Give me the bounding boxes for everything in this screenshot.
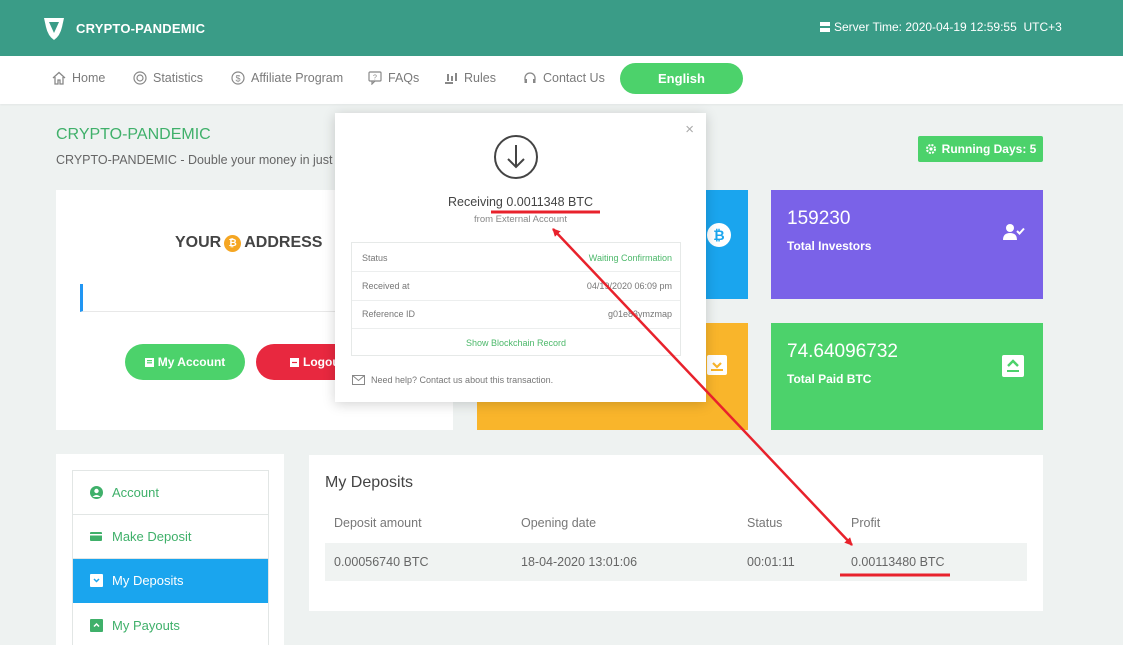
address-title-right: ADDRESS <box>244 234 323 251</box>
svg-text:₿: ₿ <box>713 227 724 243</box>
receiving-from: from External Account <box>474 214 567 225</box>
nav-statistics[interactable]: Statistics <box>133 71 203 85</box>
menu-item-my-payouts[interactable]: My Payouts <box>73 603 268 645</box>
status-label: Status <box>362 253 388 263</box>
status-value: Waiting Confirmation <box>588 253 672 263</box>
nav-home[interactable]: Home <box>52 71 105 85</box>
nav-label: Rules <box>464 71 496 85</box>
logout-icon <box>290 357 299 367</box>
download-arrow-icon <box>494 135 538 179</box>
my-account-button[interactable]: My Account <box>125 344 245 380</box>
transaction-details: Status Waiting Confirmation Received at … <box>351 242 681 356</box>
upload-box-icon <box>90 618 103 632</box>
address-title: YOUR ₿ ADDRESS <box>175 234 322 252</box>
envelope-icon <box>352 375 365 385</box>
timezone: UTC+3 <box>1023 20 1062 34</box>
nav-label: Statistics <box>153 71 204 85</box>
download-box-icon <box>90 574 103 587</box>
stat-tile-paid: 74.64096732 Total Paid BTC <box>771 323 1043 430</box>
main-nav: Home Statistics $ Affiliate Program ? FA… <box>0 56 1123 104</box>
deposits-title: My Deposits <box>325 474 414 491</box>
divider <box>352 271 680 272</box>
deposit-profit: 0.00113480 BTC <box>851 555 945 569</box>
stat-tile-investors: 159230 Total Investors <box>771 190 1043 299</box>
col-header-date: Opening date <box>521 516 597 530</box>
server-icon <box>820 22 830 32</box>
nav-rules[interactable]: Rules <box>444 71 496 85</box>
deposit-amount: 0.00056740 BTC <box>334 555 429 569</box>
gear-icon <box>925 144 936 154</box>
svg-text:$: $ <box>235 74 240 84</box>
home-icon <box>52 71 66 85</box>
download-box-tile-icon <box>707 355 727 375</box>
bitcoin-circle-icon: ₿ <box>707 223 731 247</box>
page-subtitle: CRYPTO-PANDEMIC - Double your money in j… <box>56 153 333 167</box>
page-title: CRYPTO-PANDEMIC <box>56 126 211 143</box>
deposits-card: My Deposits Deposit amount Opening date … <box>309 455 1043 611</box>
deposit-date: 18-04-2020 13:01:06 <box>521 555 638 569</box>
transaction-modal: × Receiving 0.0011348 BTC from External … <box>335 113 706 402</box>
nav-contact[interactable]: Contact Us <box>523 71 605 85</box>
account-icon <box>144 357 154 367</box>
running-days-badge: Running Days: 5 <box>918 136 1043 162</box>
investors-label: Total Investors <box>787 239 872 253</box>
dollar-circle-icon: $ <box>231 71 245 85</box>
investors-value: 159230 <box>787 208 851 229</box>
received-value: 04/19/2020 06:09 pm <box>586 281 672 291</box>
reference-row: Reference ID g01e83ymzmap <box>362 309 672 319</box>
close-icon[interactable]: × <box>685 121 694 138</box>
gavel-icon <box>445 73 457 84</box>
top-header: CRYPTO-PANDEMIC Server Time: 2020-04-19 … <box>0 0 1123 56</box>
menu-label: My Payouts <box>112 617 180 633</box>
svg-text:?: ? <box>373 75 377 82</box>
status-row: Status Waiting Confirmation <box>362 253 672 263</box>
nav-faqs[interactable]: ? FAQs <box>368 71 419 85</box>
brand-name[interactable]: CRYPTO-PANDEMIC <box>76 21 205 36</box>
nav-label: Contact Us <box>543 71 605 85</box>
running-days-text: Running Days: 5 <box>941 142 1037 156</box>
menu-item-make-deposit[interactable]: Make Deposit <box>73 515 268 559</box>
deposit-status: 00:01:11 <box>747 555 795 569</box>
card-plus-icon <box>90 532 102 541</box>
question-bubble-icon: ? <box>368 71 382 85</box>
menu-item-account[interactable]: Account <box>73 471 268 515</box>
nav-affiliate[interactable]: $ Affiliate Program <box>231 71 343 85</box>
address-title-left: YOUR <box>175 234 222 251</box>
language-button[interactable]: English <box>620 63 743 94</box>
menu-label: My Deposits <box>112 573 184 588</box>
received-label: Received at <box>362 281 410 291</box>
divider <box>352 328 680 329</box>
col-header-amount: Deposit amount <box>334 516 422 530</box>
nav-label: Affiliate Program <box>251 71 344 85</box>
show-blockchain-link[interactable]: Show Blockchain Record <box>352 338 680 348</box>
paid-label: Total Paid BTC <box>787 372 872 386</box>
server-time: Server Time: 2020-04-19 12:59:55 UTC+3 <box>820 20 1062 34</box>
upload-box-icon <box>1002 355 1024 377</box>
help-text: Need help? Contact us about this transac… <box>371 375 554 385</box>
reference-label: Reference ID <box>362 309 416 319</box>
menu-item-my-deposits[interactable]: My Deposits <box>73 559 268 603</box>
nav-label: FAQs <box>388 71 420 85</box>
target-icon <box>133 71 147 85</box>
server-time-text: Server Time: 2020-04-19 12:59:55 <box>834 20 1017 34</box>
my-account-label: My Account <box>157 355 226 369</box>
received-row: Received at 04/19/2020 06:09 pm <box>362 281 672 291</box>
user-check-icon <box>1003 224 1025 240</box>
menu-label: Make Deposit <box>112 529 192 544</box>
nav-label: Home <box>72 71 106 85</box>
col-header-profit: Profit <box>851 516 881 530</box>
brand-logo-icon[interactable] <box>42 15 66 41</box>
account-menu: Account Make Deposit My Deposits My Payo… <box>72 470 269 645</box>
menu-label: Account <box>112 485 159 500</box>
reference-value: g01e83ymzmap <box>607 309 672 319</box>
divider <box>352 300 680 301</box>
paid-value: 74.64096732 <box>787 341 898 362</box>
bitcoin-icon: ₿ <box>224 234 242 252</box>
headset-icon <box>524 72 536 83</box>
help-link[interactable]: Need help? Contact us about this transac… <box>352 375 553 385</box>
receiving-amount: Receiving 0.0011348 BTC <box>448 195 593 209</box>
col-header-status: Status <box>747 516 783 530</box>
user-circle-icon <box>90 486 103 499</box>
